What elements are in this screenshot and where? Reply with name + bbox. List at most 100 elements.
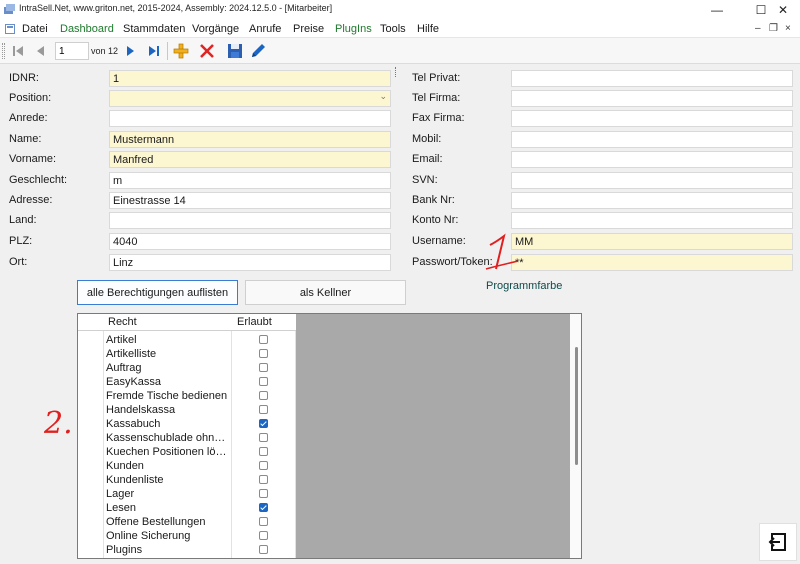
window-title: IntraSell.Net, www.griton.net, 2015-2024… bbox=[19, 3, 333, 13]
column-header-erlaubt[interactable]: Erlaubt bbox=[237, 316, 272, 328]
toolbar: von 12 bbox=[0, 38, 800, 64]
table-row[interactable]: Lager bbox=[78, 487, 296, 501]
permission-allowed-checkbox[interactable] bbox=[259, 531, 268, 540]
table-row[interactable]: Fremde Tische bedienen bbox=[78, 389, 296, 403]
land-field[interactable] bbox=[109, 212, 391, 229]
table-row[interactable]: Lesen bbox=[78, 501, 296, 515]
record-number-input[interactable] bbox=[55, 42, 89, 60]
permission-name: Kassabuch bbox=[106, 418, 161, 430]
menu-tools[interactable]: Tools bbox=[380, 23, 406, 35]
fax-firma-field[interactable] bbox=[511, 110, 793, 127]
menu-hilfe[interactable]: Hilfe bbox=[417, 23, 439, 35]
label-bank-nr: Bank Nr: bbox=[412, 194, 455, 206]
first-record-button[interactable] bbox=[8, 41, 28, 61]
menu-anrufe[interactable]: Anrufe bbox=[249, 23, 281, 35]
table-row[interactable]: Offene Bestellungen bbox=[78, 515, 296, 529]
permission-allowed-checkbox[interactable] bbox=[259, 433, 268, 442]
permission-allowed-checkbox[interactable] bbox=[259, 349, 268, 358]
table-row[interactable]: Artikelliste bbox=[78, 347, 296, 361]
tel-firma-field[interactable] bbox=[511, 90, 793, 107]
toolbar-separator bbox=[167, 42, 168, 60]
permission-name: Lager bbox=[106, 488, 135, 500]
table-row[interactable]: Kunden bbox=[78, 459, 296, 473]
close-button[interactable]: ✕ bbox=[766, 0, 800, 20]
permission-allowed-checkbox[interactable] bbox=[259, 405, 268, 414]
username-field[interactable]: MM bbox=[511, 233, 793, 250]
prev-record-button[interactable] bbox=[31, 41, 51, 61]
permission-allowed-checkbox[interactable] bbox=[259, 447, 268, 456]
table-row[interactable]: Plugins bbox=[78, 543, 296, 557]
table-row[interactable]: Kassabuch bbox=[78, 417, 296, 431]
edit-button[interactable] bbox=[248, 41, 268, 61]
table-row[interactable]: EasyKassa bbox=[78, 375, 296, 389]
permission-allowed-checkbox[interactable] bbox=[259, 517, 268, 526]
table-row[interactable]: Kuechen Positionen lösc... bbox=[78, 445, 296, 459]
ort-field[interactable]: Linz bbox=[109, 254, 391, 271]
konto-nr-field[interactable] bbox=[511, 212, 793, 229]
menu-preise[interactable]: Preise bbox=[293, 23, 324, 35]
label-username: Username: bbox=[412, 235, 466, 247]
menu-datei[interactable]: Datei bbox=[22, 23, 48, 35]
permission-allowed-checkbox[interactable] bbox=[259, 475, 268, 484]
list-all-permissions-button[interactable]: alle Berechtigungen auflisten bbox=[77, 280, 238, 305]
delete-button[interactable] bbox=[197, 41, 217, 61]
permission-allowed-checkbox[interactable] bbox=[259, 419, 268, 428]
vorname-field[interactable]: Manfred bbox=[109, 151, 391, 168]
table-row[interactable]: Handelskassa bbox=[78, 403, 296, 417]
permission-allowed-checkbox[interactable] bbox=[259, 489, 268, 498]
permission-allowed-checkbox[interactable] bbox=[259, 503, 268, 512]
passwort-token-field[interactable]: ** bbox=[511, 254, 793, 271]
last-record-button[interactable] bbox=[144, 41, 164, 61]
permission-name: EasyKassa bbox=[106, 376, 162, 388]
label-land: Land: bbox=[9, 214, 37, 226]
svn-field[interactable] bbox=[511, 172, 793, 189]
menu-dashboard[interactable]: Dashboard bbox=[60, 23, 114, 35]
table-row[interactable]: Online Sicherung bbox=[78, 529, 296, 543]
label-tel-firma: Tel Firma: bbox=[412, 92, 461, 104]
bank-nr-field[interactable] bbox=[511, 192, 793, 209]
splitter-handle[interactable] bbox=[395, 67, 398, 77]
position-select[interactable]: ⌄ bbox=[109, 90, 391, 107]
adresse-field[interactable]: Einestrasse 14 bbox=[109, 192, 391, 209]
program-color-link[interactable]: Programmfarbe bbox=[486, 280, 562, 292]
label-ort: Ort: bbox=[9, 256, 28, 268]
tel-privat-field[interactable] bbox=[511, 70, 793, 87]
menu-stammdaten[interactable]: Stammdaten bbox=[123, 23, 185, 35]
anrede-field[interactable] bbox=[109, 110, 391, 127]
column-header-recht[interactable]: Recht bbox=[108, 316, 137, 328]
geschlecht-field[interactable]: m bbox=[109, 172, 391, 189]
email-field[interactable] bbox=[511, 151, 793, 168]
mobil-field[interactable] bbox=[511, 131, 793, 148]
name-field[interactable]: Mustermann bbox=[109, 131, 391, 148]
idnr-field[interactable]: 1 bbox=[109, 70, 391, 87]
table-row[interactable]: Auftrag bbox=[78, 361, 296, 375]
label-fax-firma: Fax Firma: bbox=[412, 112, 465, 124]
plz-field[interactable]: 4040 bbox=[109, 233, 391, 250]
menu-plugins[interactable]: PlugIns bbox=[335, 23, 372, 35]
as-waiter-button[interactable]: als Kellner bbox=[245, 280, 406, 305]
mdi-minimize-button[interactable]: – bbox=[755, 23, 761, 34]
exit-button[interactable] bbox=[759, 523, 797, 561]
menu-vorgaenge[interactable]: Vorgänge bbox=[192, 23, 239, 35]
chevron-down-icon[interactable]: ⌄ bbox=[379, 91, 387, 102]
save-button[interactable] bbox=[225, 41, 245, 61]
mdi-restore-button[interactable]: ❐ bbox=[769, 23, 778, 34]
table-row[interactable]: Kundenliste bbox=[78, 473, 296, 487]
permission-allowed-checkbox[interactable] bbox=[259, 545, 268, 554]
mdi-close-button[interactable]: × bbox=[785, 23, 791, 34]
next-record-button[interactable] bbox=[120, 41, 140, 61]
add-button[interactable] bbox=[171, 41, 191, 61]
table-row[interactable]: Kassenschublade ohne ... bbox=[78, 431, 296, 445]
permission-name: Kuechen Positionen lösc... bbox=[106, 446, 230, 458]
permissions-grid[interactable]: Recht Erlaubt Artikel Artikelliste Auftrag… bbox=[77, 313, 582, 559]
permission-allowed-checkbox[interactable] bbox=[259, 377, 268, 386]
grid-scrollbar-thumb[interactable] bbox=[575, 347, 578, 465]
permission-allowed-checkbox[interactable] bbox=[259, 363, 268, 372]
permission-allowed-checkbox[interactable] bbox=[259, 391, 268, 400]
toolbar-grip[interactable] bbox=[2, 43, 5, 59]
permission-allowed-checkbox[interactable] bbox=[259, 461, 268, 470]
permission-name: Artikelliste bbox=[106, 348, 157, 360]
permission-allowed-checkbox[interactable] bbox=[259, 335, 268, 344]
table-row[interactable]: Artikel bbox=[78, 333, 296, 347]
minimize-button[interactable]: — bbox=[700, 0, 734, 20]
